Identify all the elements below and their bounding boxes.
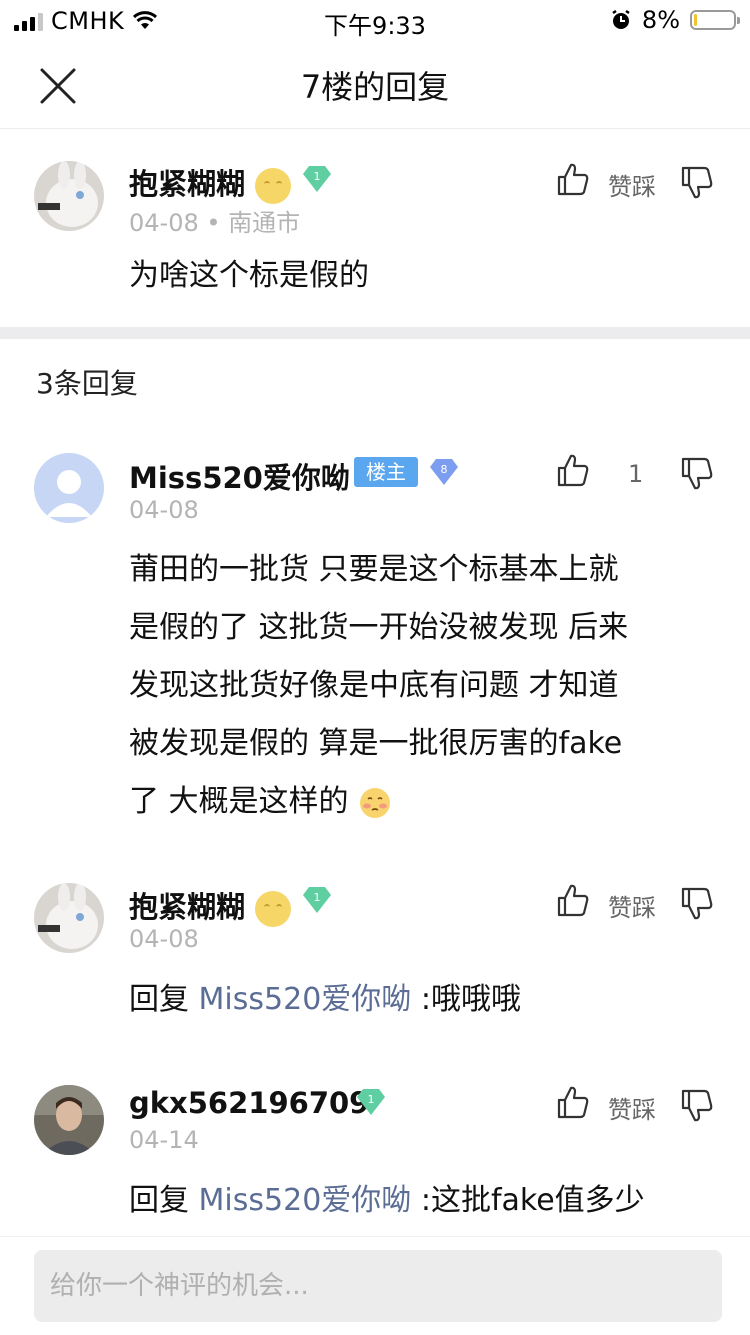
thumbs-down-icon[interactable] [680, 456, 714, 492]
comment-location: 南通市 [228, 209, 301, 237]
comment-input[interactable] [34, 1250, 722, 1322]
comment-meta: 04-08 • 南通市 [129, 203, 300, 238]
comment-text: 为啥这个标是假的 [129, 258, 369, 293]
thumbs-up-icon[interactable] [556, 452, 590, 488]
reply-prefix: 回复 [129, 1183, 189, 1218]
thumbs-up-icon[interactable] [556, 882, 590, 918]
level-gem-icon: 1 [303, 887, 331, 913]
username[interactable]: 抱紧糊糊 [129, 161, 292, 204]
comment-date: 04-08 [129, 209, 199, 237]
reply-to-link[interactable]: Miss520爱你呦 [199, 1183, 412, 1218]
reply-prefix: 回复 [129, 982, 189, 1017]
comment-date: 04-08 [129, 925, 199, 953]
replies-count: 3条回复 [36, 367, 138, 400]
svg-text:1: 1 [314, 891, 321, 904]
reply-body: :这批fake值多少 [420, 1183, 645, 1218]
level-gem-icon: 1 [357, 1089, 385, 1115]
level-gem-icon: 1 [303, 166, 331, 192]
status-right: 8% [610, 6, 740, 34]
comment-text: 回复 Miss520爱你呦 :哦哦哦 [129, 971, 521, 1029]
alarm-icon [612, 9, 630, 29]
comment-text: 莆田的一批货 只要是这个标基本上就 是假的了 这批货一开始没被发现 后来 发现这… [129, 541, 719, 831]
battery-icon [690, 10, 740, 30]
comment-line: 发现这批货好像是中底有问题 才知道 [129, 668, 619, 703]
thumbs-down-icon[interactable] [680, 1088, 714, 1124]
nav-bar: 7楼的回复 [0, 40, 750, 129]
status-bar: CMHK 下午9:33 8% [0, 0, 750, 40]
level-gem-icon: 8 [430, 459, 458, 485]
username-text[interactable]: 抱紧糊糊 [129, 167, 245, 201]
comment-line: 被发现是假的 算是一批很厉害的fake [129, 726, 623, 761]
page-title: 7楼的回复 [300, 68, 450, 106]
thumbs-down-icon[interactable] [680, 165, 714, 201]
comment-date: 04-08 [129, 496, 199, 524]
svg-text:1: 1 [368, 1093, 375, 1106]
svg-text:8: 8 [441, 463, 448, 476]
reply-body: :哦哦哦 [420, 982, 521, 1017]
comment-line: 莆田的一批货 只要是这个标基本上就 [129, 552, 619, 587]
battery-percent: 8% [641, 6, 680, 34]
avatar[interactable] [34, 161, 104, 231]
thumbs-up-icon[interactable] [556, 1084, 590, 1120]
section-divider [0, 327, 750, 339]
username[interactable]: Miss520爱你呦 [129, 455, 350, 497]
reply-to-link[interactable]: Miss520爱你呦 [199, 982, 412, 1017]
meta-dot: • [206, 209, 229, 237]
thumbs-down-icon[interactable] [680, 886, 714, 922]
username[interactable]: gkx562196709 [129, 1086, 369, 1120]
like-count: 1 [628, 460, 644, 488]
comment-line: 是假的了 这批货一开始没被发现 后来 [129, 610, 629, 645]
comment-input-bar [0, 1236, 750, 1335]
thumbs-up-icon[interactable] [556, 161, 590, 197]
avatar[interactable] [34, 453, 104, 523]
avatar[interactable] [34, 883, 104, 953]
main-comment: 抱紧糊糊 1 04-08 • 南通市 赞踩 为啥这个标是假的 [0, 129, 750, 327]
host-badge: 楼主 [354, 457, 418, 487]
comment-line-last: 了 大概是这样的 [129, 773, 719, 831]
avatar[interactable] [34, 1085, 104, 1155]
blush-emoji [360, 787, 391, 818]
vote-label[interactable]: 赞踩 [608, 888, 656, 923]
moon-face-emoji [255, 168, 292, 204]
username[interactable]: 抱紧糊糊 [129, 884, 292, 927]
comment-date: 04-14 [129, 1126, 199, 1154]
vote-label[interactable]: 赞踩 [608, 167, 656, 202]
svg-text:1: 1 [314, 170, 321, 183]
comment-text: 回复 Miss520爱你呦 :这批fake值多少 [129, 1172, 645, 1230]
username-text[interactable]: 抱紧糊糊 [129, 890, 245, 924]
vote-label[interactable]: 赞踩 [608, 1090, 656, 1125]
moon-face-emoji [255, 891, 292, 927]
